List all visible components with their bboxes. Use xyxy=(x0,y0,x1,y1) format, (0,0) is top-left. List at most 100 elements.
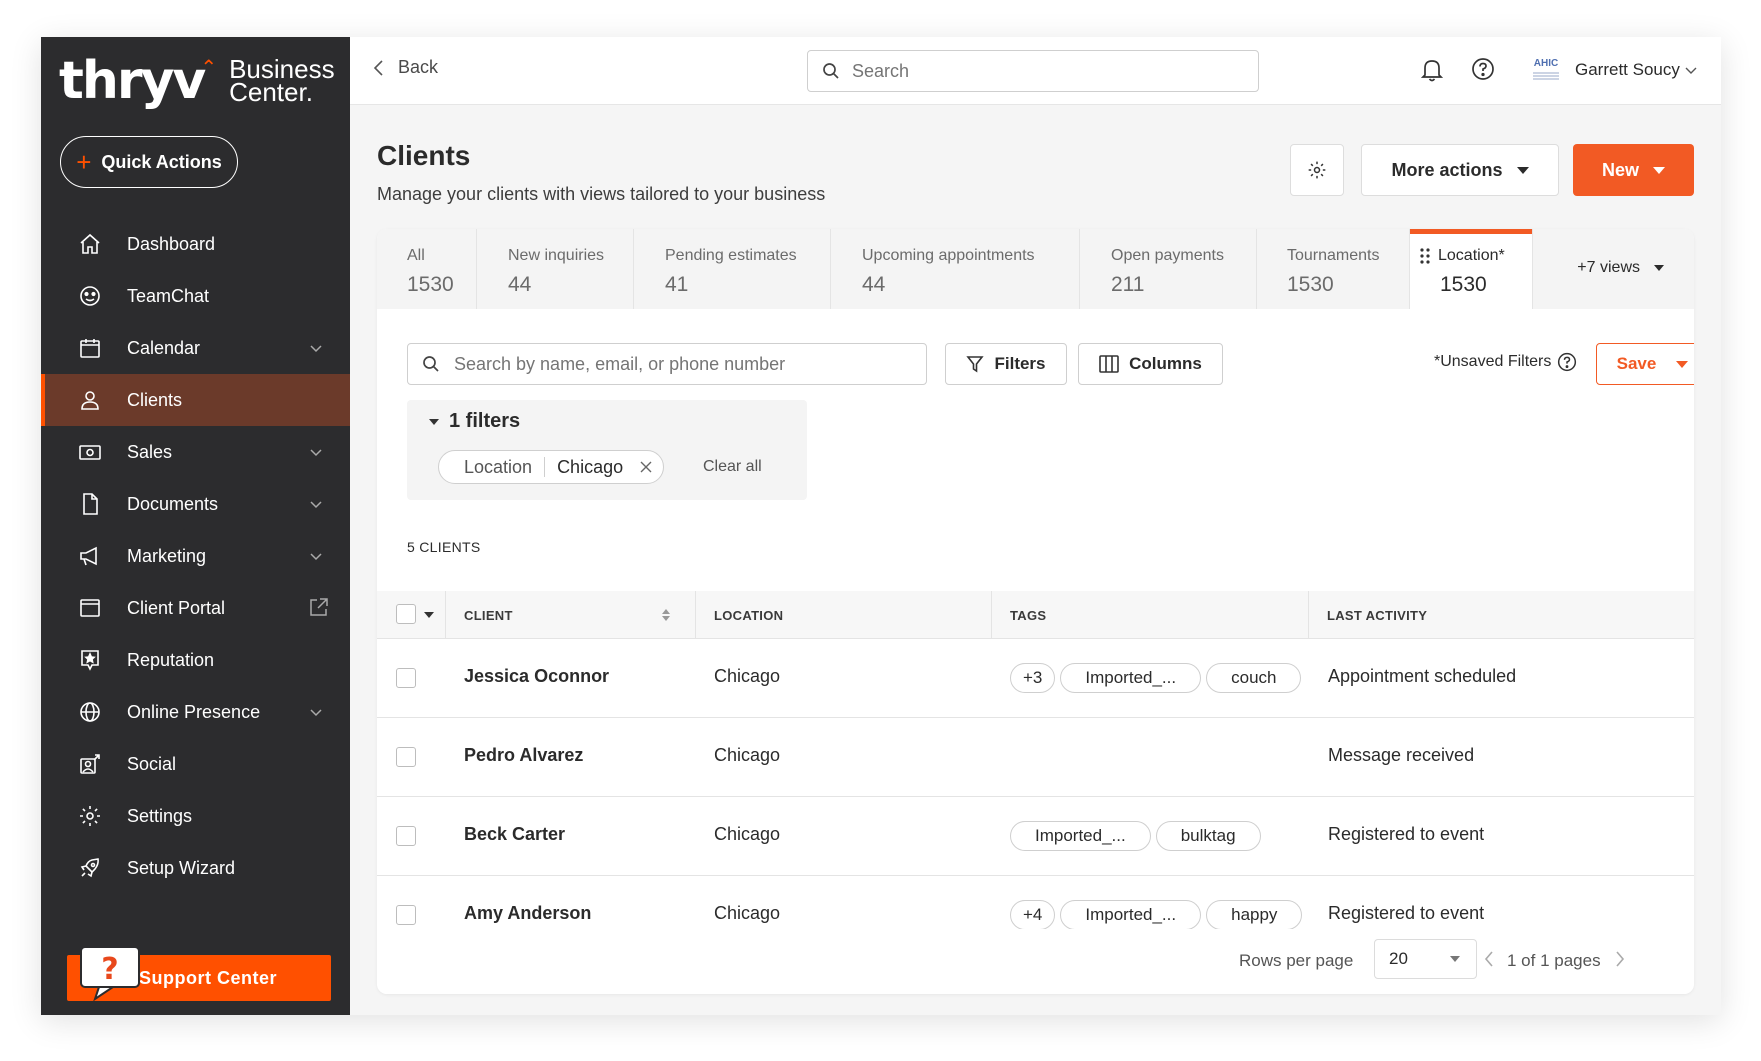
chevron-left-icon xyxy=(373,59,383,76)
table-row[interactable]: Pedro Alvarez Chicago Message received xyxy=(377,718,1694,797)
tab-pending-estimates[interactable]: Pending estimates 41 xyxy=(634,229,831,309)
table-header: CLIENT LOCATION TAGS LAST ACTIVITY xyxy=(377,591,1694,639)
column-header-last-activity[interactable]: LAST ACTIVITY xyxy=(1327,608,1427,623)
tab-location[interactable]: Location* 1530 xyxy=(1410,229,1533,309)
user-menu[interactable]: Garrett Soucy xyxy=(1575,60,1698,80)
chevron-down-icon xyxy=(310,709,322,717)
column-header-tags[interactable]: TAGS xyxy=(1010,608,1046,623)
filters-toggle[interactable]: 1 filters xyxy=(429,410,520,433)
view-settings-button[interactable] xyxy=(1290,144,1344,196)
sidebar-item-clients[interactable]: Clients xyxy=(41,374,350,426)
client-name[interactable]: Pedro Alvarez xyxy=(464,745,583,766)
select-all-checkbox[interactable] xyxy=(396,604,416,624)
globe-icon xyxy=(77,699,103,725)
tab-tournaments[interactable]: Tournaments 1530 xyxy=(1257,229,1410,309)
sidebar-item-label: Setup Wizard xyxy=(127,857,236,878)
client-name[interactable]: Beck Carter xyxy=(464,824,565,845)
tag[interactable]: Imported_... xyxy=(1060,900,1202,930)
last-activity: Message received xyxy=(1328,745,1475,765)
client-name[interactable]: Jessica Oconnor xyxy=(464,666,609,687)
save-filters-button[interactable]: Save xyxy=(1596,343,1694,385)
help-icon[interactable] xyxy=(1557,352,1577,372)
sidebar-item-sales[interactable]: Sales xyxy=(41,426,350,478)
sidebar-item-label: Dashboard xyxy=(127,233,216,254)
select-menu-caret-icon[interactable] xyxy=(424,612,434,618)
caret-down-icon xyxy=(1676,360,1689,368)
column-header-location[interactable]: LOCATION xyxy=(714,608,783,623)
user-name: Garrett Soucy xyxy=(1575,60,1680,79)
avatar[interactable]: AHIC xyxy=(1531,58,1561,82)
global-search[interactable] xyxy=(807,50,1259,92)
bell-icon[interactable] xyxy=(1421,58,1443,82)
external-link-icon[interactable] xyxy=(308,596,330,618)
sidebar-item-label: Sales xyxy=(127,441,173,462)
new-button[interactable]: New xyxy=(1573,144,1694,196)
filter-chip-location[interactable]: Location Chicago xyxy=(438,450,665,484)
social-icon xyxy=(77,751,103,777)
tag[interactable]: Imported_... xyxy=(1060,663,1202,693)
view-tabs: All 1530 New inquiries 44 Pending estima… xyxy=(377,229,1694,309)
client-search-input[interactable] xyxy=(454,353,914,375)
back-button[interactable]: Back xyxy=(372,57,438,78)
sidebar-item-label: Social xyxy=(127,753,177,774)
tag[interactable]: happy xyxy=(1206,900,1303,930)
chevron-left-icon[interactable] xyxy=(1483,949,1495,969)
more-actions-button[interactable]: More actions xyxy=(1361,144,1559,196)
sidebar-item-label: Documents xyxy=(127,493,219,514)
more-views-dropdown[interactable]: +7 views xyxy=(1577,259,1664,277)
quick-actions-button[interactable]: + Quick Actions xyxy=(60,136,238,188)
filters-button[interactable]: Filters xyxy=(945,343,1067,385)
tag-overflow-count[interactable]: +4 xyxy=(1010,900,1056,930)
row-checkbox[interactable] xyxy=(396,668,416,688)
sidebar-item-documents[interactable]: Documents xyxy=(41,478,350,530)
help-icon[interactable] xyxy=(1471,57,1495,81)
client-search[interactable] xyxy=(407,343,927,385)
last-activity: Registered to event xyxy=(1328,903,1485,923)
tag[interactable]: bulktag xyxy=(1155,821,1261,851)
chevron-down-icon xyxy=(1685,67,1697,74)
last-activity: Registered to event xyxy=(1328,824,1485,844)
column-header-client[interactable]: CLIENT xyxy=(464,608,513,623)
row-checkbox[interactable] xyxy=(396,747,416,767)
sidebar-item-calendar[interactable]: Calendar xyxy=(41,322,350,374)
document-icon xyxy=(77,491,103,517)
drag-handle-icon[interactable] xyxy=(1420,247,1430,265)
tab-label: Pending estimates xyxy=(665,247,797,264)
sidebar-item-social[interactable]: Social xyxy=(41,738,350,790)
more-actions-label: More actions xyxy=(1391,159,1503,180)
sort-icon[interactable] xyxy=(661,607,671,623)
clear-all-link[interactable]: Clear all xyxy=(703,458,762,476)
chevron-right-icon[interactable] xyxy=(1614,949,1626,969)
sidebar-item-marketing[interactable]: Marketing xyxy=(41,530,350,582)
tag-overflow-count[interactable]: +3 xyxy=(1010,663,1056,693)
home-icon xyxy=(77,231,103,257)
global-search-input[interactable] xyxy=(852,60,1232,82)
table-row[interactable]: Jessica Oconnor Chicago +3 Imported_... … xyxy=(377,639,1694,718)
tab-label: Location* xyxy=(1438,247,1505,264)
row-checkbox[interactable] xyxy=(396,826,416,846)
sidebar-item-client-portal[interactable]: Client Portal xyxy=(41,582,350,634)
tab-upcoming-appointments[interactable]: Upcoming appointments 44 xyxy=(831,229,1080,309)
tab-new-inquiries[interactable]: New inquiries 44 xyxy=(477,229,634,309)
client-name[interactable]: Amy Anderson xyxy=(464,903,591,924)
sidebar-item-dashboard[interactable]: Dashboard xyxy=(41,218,350,270)
thryv-logo[interactable]: thryv ⌃ Business Center. xyxy=(59,51,335,111)
support-center-button[interactable]: ? Support Center xyxy=(67,946,331,1001)
tab-label: Upcoming appointments xyxy=(862,247,1035,264)
sidebar-item-reputation[interactable]: Reputation xyxy=(41,634,350,686)
tag[interactable]: couch xyxy=(1206,663,1302,693)
sidebar-item-online-presence[interactable]: Online Presence xyxy=(41,686,350,738)
tab-all[interactable]: All 1530 xyxy=(377,229,477,309)
columns-button[interactable]: Columns xyxy=(1078,343,1223,385)
table-row[interactable]: Beck Carter Chicago Imported_... bulktag… xyxy=(377,797,1694,876)
rows-per-page-select[interactable]: 20 xyxy=(1374,939,1477,979)
support-center-label: Support Center xyxy=(139,967,278,988)
sidebar-item-setup-wizard[interactable]: Setup Wizard xyxy=(41,842,350,894)
tag[interactable]: Imported_... xyxy=(1010,821,1151,851)
sidebar-item-teamchat[interactable]: TeamChat xyxy=(41,270,350,322)
close-icon[interactable] xyxy=(639,460,653,474)
row-checkbox[interactable] xyxy=(396,905,416,925)
tab-open-payments[interactable]: Open payments 211 xyxy=(1080,229,1257,309)
sidebar-item-settings[interactable]: Settings xyxy=(41,790,350,842)
search-icon xyxy=(823,63,839,79)
